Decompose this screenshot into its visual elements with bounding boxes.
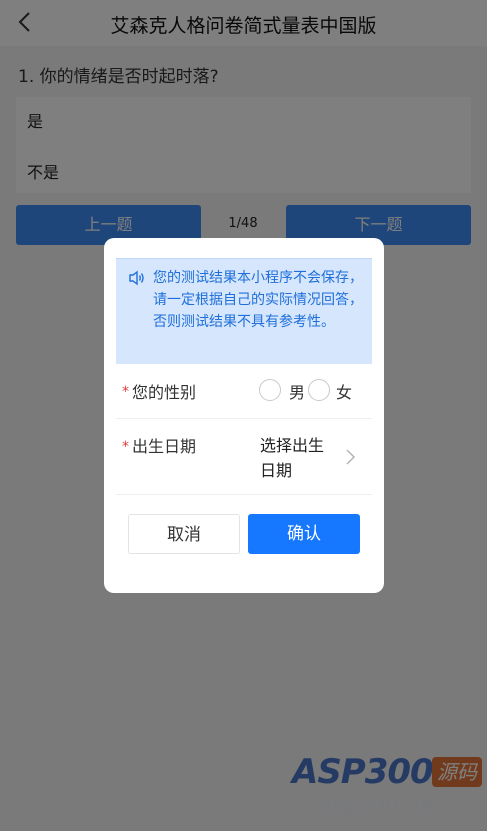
birth-date-picker[interactable]: 选择出生日期 [260,433,335,483]
gender-male-label[interactable]: 男 [289,379,305,403]
info-dialog: 您的测试结果本小程序不会保存，请一定根据自己的实际情况回答，否则测试结果不具有参… [104,238,384,593]
required-mark: * [122,439,129,455]
notice-bar: 您的测试结果本小程序不会保存，请一定根据自己的实际情况回答，否则测试结果不具有参… [116,258,372,364]
confirm-button[interactable]: 确认 [248,514,360,554]
gender-female-label[interactable]: 女 [336,379,352,403]
required-mark: * [122,384,129,400]
gender-radio-male[interactable] [259,379,281,401]
gender-field: * 您的性别 男 女 [116,365,372,419]
cancel-button[interactable]: 取消 [128,514,240,554]
chevron-right-icon[interactable] [344,447,356,467]
birth-date-field[interactable]: * 出生日期 选择出生日期 [116,419,372,495]
gender-label: 您的性别 [132,383,197,402]
speaker-icon [129,270,144,286]
gender-radio-female[interactable] [308,379,330,401]
notice-text: 您的测试结果本小程序不会保存，请一定根据自己的实际情况回答，否则测试结果不具有参… [153,270,363,330]
birth-date-label: 出生日期 [132,437,197,456]
